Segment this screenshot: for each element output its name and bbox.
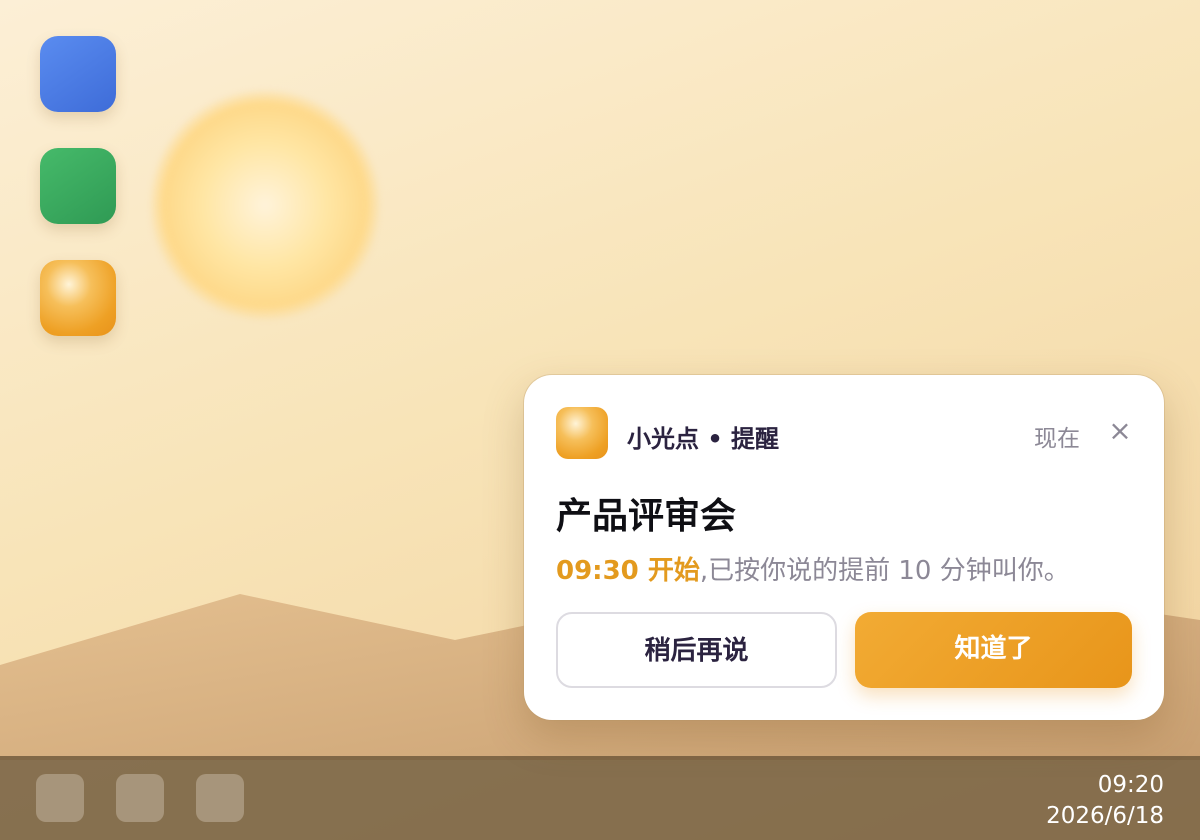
taskbar-button-1[interactable] bbox=[36, 774, 84, 822]
taskbar: 09:20 2026/6/18 bbox=[0, 756, 1200, 840]
notification-title: 产品评审会 bbox=[556, 496, 737, 537]
dismiss-button[interactable]: 知道了 bbox=[855, 612, 1132, 688]
taskbar-clock[interactable]: 09:20 2026/6/18 bbox=[1046, 770, 1164, 832]
notification-app-name: 小光点 • 提醒 bbox=[627, 425, 780, 453]
xiaoguangdian-app-icon bbox=[556, 407, 608, 459]
taskbar-button-2[interactable] bbox=[116, 774, 164, 822]
snooze-button[interactable]: 稍后再说 bbox=[556, 612, 837, 688]
clock-time: 09:20 bbox=[1097, 772, 1164, 798]
notification-timestamp: 现在 bbox=[1034, 426, 1080, 452]
xiaoguangdian-app-icon[interactable] bbox=[40, 260, 116, 336]
taskbar-button-3[interactable] bbox=[196, 774, 244, 822]
blue-app-icon[interactable] bbox=[40, 36, 116, 112]
notification-start-time: 09:30 开始 bbox=[556, 556, 700, 586]
green-app-icon[interactable] bbox=[40, 148, 116, 224]
notification-body-text: ,已按你说的提前 10 分钟叫你。 bbox=[699, 556, 1070, 586]
notification-body: 09:30 开始,已按你说的提前 10 分钟叫你。 bbox=[556, 550, 1070, 587]
clock-date: 2026/6/18 bbox=[1046, 803, 1164, 829]
close-icon[interactable]: × bbox=[1106, 415, 1134, 447]
reminder-notification: 小光点 • 提醒 现在 × 产品评审会 09:30 开始,已按你说的提前 10 … bbox=[524, 375, 1164, 720]
